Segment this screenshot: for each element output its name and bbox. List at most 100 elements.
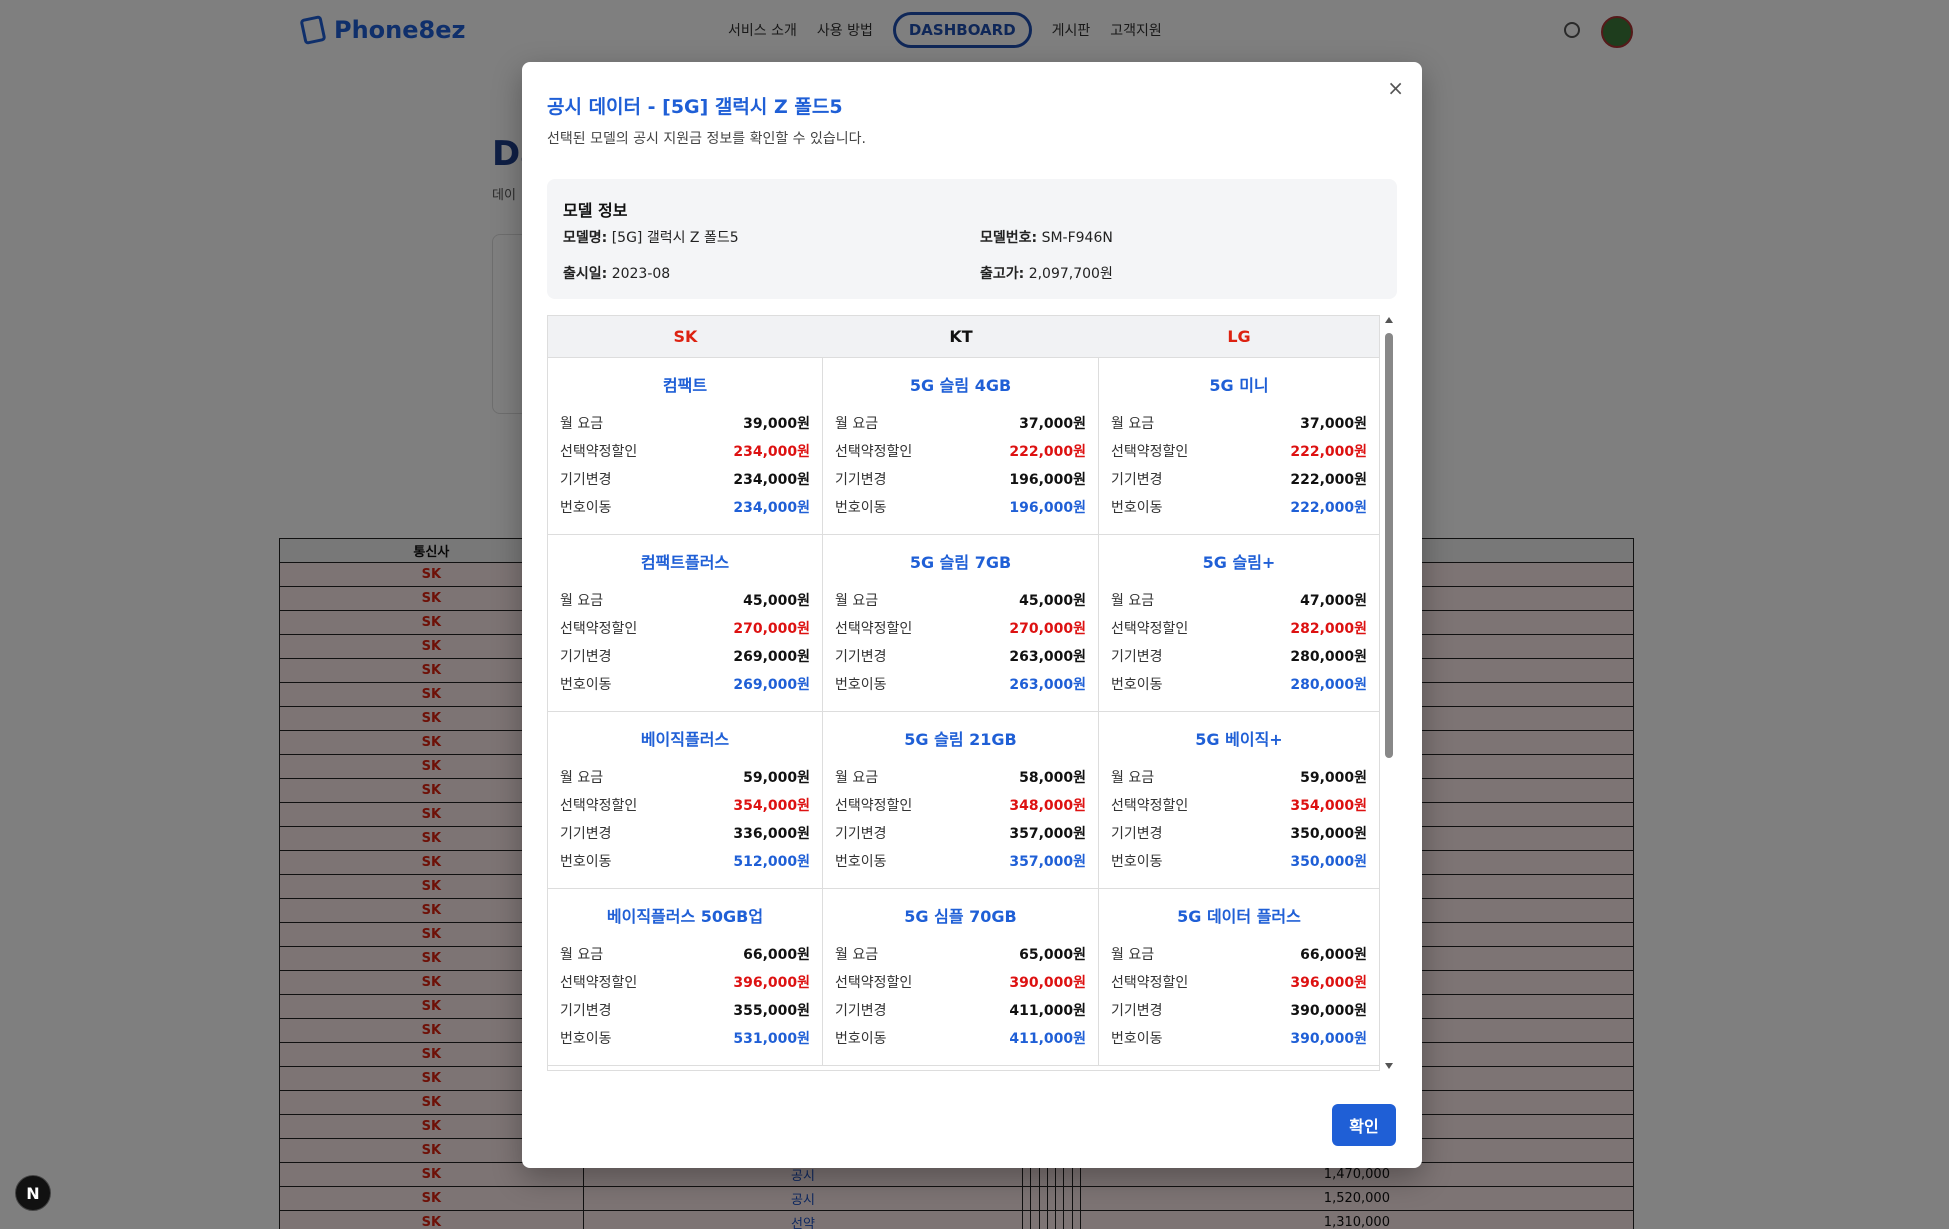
monthly-fee-row: 월 요금 58,000원 <box>835 764 1086 792</box>
number-port-row: 번호이동 357,000원 <box>835 848 1086 876</box>
contract-discount-value: 222,000원 <box>1290 444 1367 460</box>
device-change-value: 411,000원 <box>1009 1003 1086 1019</box>
number-port-row: 번호이동 196,000원 <box>835 494 1086 522</box>
number-port-label: 번호이동 <box>560 500 612 516</box>
device-change-row: 기기변경 269,000원 <box>560 643 810 671</box>
contract-discount-row: 선택약정할인 222,000원 <box>1111 438 1367 466</box>
number-port-value: 531,000원 <box>733 1031 810 1047</box>
scroll-up-arrow-icon[interactable] <box>1385 317 1393 323</box>
plan-card: 5G 슬림+ 월 요금 47,000원 선택약정할인 282,000원 기기변경 280,0… <box>1099 535 1379 712</box>
device-change-label: 기기변경 <box>835 649 887 665</box>
plan-name: 5G 심플 70GB <box>904 907 1017 926</box>
plan-card: 5G 심플 70GB 월 요금 65,000원 선택약정할인 390,000원 기기변경 4… <box>823 889 1099 1066</box>
device-change-row: 기기변경 280,000원 <box>1111 643 1367 671</box>
plan-name: 베이직플러스 <box>640 730 730 749</box>
plan-card: 5G 슬림 21GB 월 요금 58,000원 선택약정할인 348,000원 기기변경 3… <box>823 712 1099 889</box>
model-name-label: 모델명: <box>563 230 608 246</box>
monthly-fee-row: 월 요금 66,000원 <box>560 941 810 969</box>
plan-name: 5G 미니 <box>1209 376 1269 395</box>
plan-name: 5G 슬림 7GB <box>909 553 1012 572</box>
number-port-row: 번호이동 263,000원 <box>835 671 1086 699</box>
contract-discount-label: 선택약정할인 <box>835 444 913 460</box>
device-change-label: 기기변경 <box>1111 826 1163 842</box>
plan-card: 5G 미니 월 요금 37,000원 선택약정할인 222,000원 기기변경 222,00… <box>1099 358 1379 535</box>
monthly-fee-row: 월 요금 37,000원 <box>835 410 1086 438</box>
contract-discount-row: 선택약정할인 270,000원 <box>835 615 1086 643</box>
number-port-row: 번호이동 269,000원 <box>560 671 810 699</box>
monthly-fee-label: 월 요금 <box>835 770 879 786</box>
scroll-thumb[interactable] <box>1385 333 1393 758</box>
plan-card: 5G 슬림 7GB 월 요금 45,000원 선택약정할인 270,000원 기기변경 26… <box>823 535 1099 712</box>
plan-card: 컴팩트 월 요금 39,000원 선택약정할인 234,000원 기기변경 234,000원… <box>548 358 823 535</box>
model-info-box: 모델 정보 모델명: [5G] 갤럭시 Z 폴드5 모델번호: SM-F946N… <box>547 179 1397 299</box>
contract-discount-row: 선택약정할인 282,000원 <box>1111 615 1367 643</box>
device-change-label: 기기변경 <box>1111 649 1163 665</box>
contract-discount-value: 270,000원 <box>1009 621 1086 637</box>
number-port-label: 번호이동 <box>1111 1031 1163 1047</box>
contract-discount-label: 선택약정할인 <box>560 975 638 991</box>
contract-discount-value: 270,000원 <box>733 621 810 637</box>
monthly-fee-label: 월 요금 <box>835 416 879 432</box>
plan-scrollbar[interactable] <box>1382 315 1396 1071</box>
device-change-row: 기기변경 357,000원 <box>835 820 1086 848</box>
plan-name: 5G 슬림 4GB <box>909 376 1012 395</box>
number-port-value: 269,000원 <box>733 677 810 693</box>
device-change-value: 336,000원 <box>733 826 810 842</box>
monthly-fee-label: 월 요금 <box>835 593 879 609</box>
device-change-row: 기기변경 196,000원 <box>835 466 1086 494</box>
carrier-header-lg: LG <box>1227 327 1251 346</box>
number-port-label: 번호이동 <box>835 500 887 516</box>
scroll-down-arrow-icon[interactable] <box>1385 1063 1393 1069</box>
model-name-row: 모델명: [5G] 갤럭시 Z 폴드5 <box>563 227 739 247</box>
confirm-button[interactable]: 확인 <box>1332 1104 1396 1146</box>
monthly-fee-value: 59,000원 <box>1300 770 1367 786</box>
carrier-header-sk: SK <box>673 327 698 346</box>
monthly-fee-row: 월 요금 66,000원 <box>1111 941 1367 969</box>
close-icon[interactable]: × <box>1387 76 1404 100</box>
model-number-value: SM-F946N <box>1041 230 1113 246</box>
contract-discount-row: 선택약정할인 354,000원 <box>1111 792 1367 820</box>
release-date-value: 2023-08 <box>611 266 671 282</box>
number-port-row: 번호이동 280,000원 <box>1111 671 1367 699</box>
device-change-label: 기기변경 <box>560 649 612 665</box>
monthly-fee-row: 월 요금 37,000원 <box>1111 410 1367 438</box>
carrier-header-row: SK KT LG <box>548 316 1379 358</box>
monthly-fee-value: 39,000원 <box>743 416 810 432</box>
number-port-label: 번호이동 <box>835 677 887 693</box>
contract-discount-label: 선택약정할인 <box>1111 975 1189 991</box>
contract-discount-row: 선택약정할인 390,000원 <box>835 969 1086 997</box>
monthly-fee-row: 월 요금 39,000원 <box>560 410 810 438</box>
number-port-label: 번호이동 <box>1111 677 1163 693</box>
contract-discount-value: 396,000원 <box>1290 975 1367 991</box>
monthly-fee-row: 월 요금 59,000원 <box>560 764 810 792</box>
number-port-label: 번호이동 <box>835 854 887 870</box>
next-dev-badge[interactable]: N <box>15 1175 51 1211</box>
number-port-value: 390,000원 <box>1290 1031 1367 1047</box>
plan-name: 컴팩트플러스 <box>640 553 730 572</box>
monthly-fee-value: 66,000원 <box>743 947 810 963</box>
plan-name: 5G 슬림 21GB <box>904 730 1017 749</box>
contract-discount-label: 선택약정할인 <box>1111 798 1189 814</box>
number-port-value: 280,000원 <box>1290 677 1367 693</box>
device-change-value: 355,000원 <box>733 1003 810 1019</box>
device-change-row: 기기변경 336,000원 <box>560 820 810 848</box>
device-change-row: 기기변경 263,000원 <box>835 643 1086 671</box>
contract-discount-row: 선택약정할인 234,000원 <box>560 438 810 466</box>
contract-discount-value: 222,000원 <box>1009 444 1086 460</box>
release-price-value: 2,097,700원 <box>1028 266 1113 282</box>
contract-discount-value: 354,000원 <box>733 798 810 814</box>
monthly-fee-value: 59,000원 <box>743 770 810 786</box>
plan-name: 5G 데이터 플러스 <box>1177 907 1301 926</box>
device-change-row: 기기변경 350,000원 <box>1111 820 1367 848</box>
device-change-label: 기기변경 <box>560 1003 612 1019</box>
model-number-row: 모델번호: SM-F946N <box>980 227 1113 247</box>
monthly-fee-label: 월 요금 <box>1111 947 1155 963</box>
number-port-label: 번호이동 <box>560 677 612 693</box>
plan-table: SK KT LG 컴팩트 월 요금 39,000원 선택약정할인 234,000원 기기변… <box>547 315 1380 1071</box>
number-port-row: 번호이동 350,000원 <box>1111 848 1367 876</box>
monthly-fee-label: 월 요금 <box>560 416 604 432</box>
number-port-value: 350,000원 <box>1290 854 1367 870</box>
contract-discount-value: 396,000원 <box>733 975 810 991</box>
plan-card: 베이직플러스 월 요금 59,000원 선택약정할인 354,000원 기기변경 336,0… <box>548 712 823 889</box>
contract-discount-value: 234,000원 <box>733 444 810 460</box>
